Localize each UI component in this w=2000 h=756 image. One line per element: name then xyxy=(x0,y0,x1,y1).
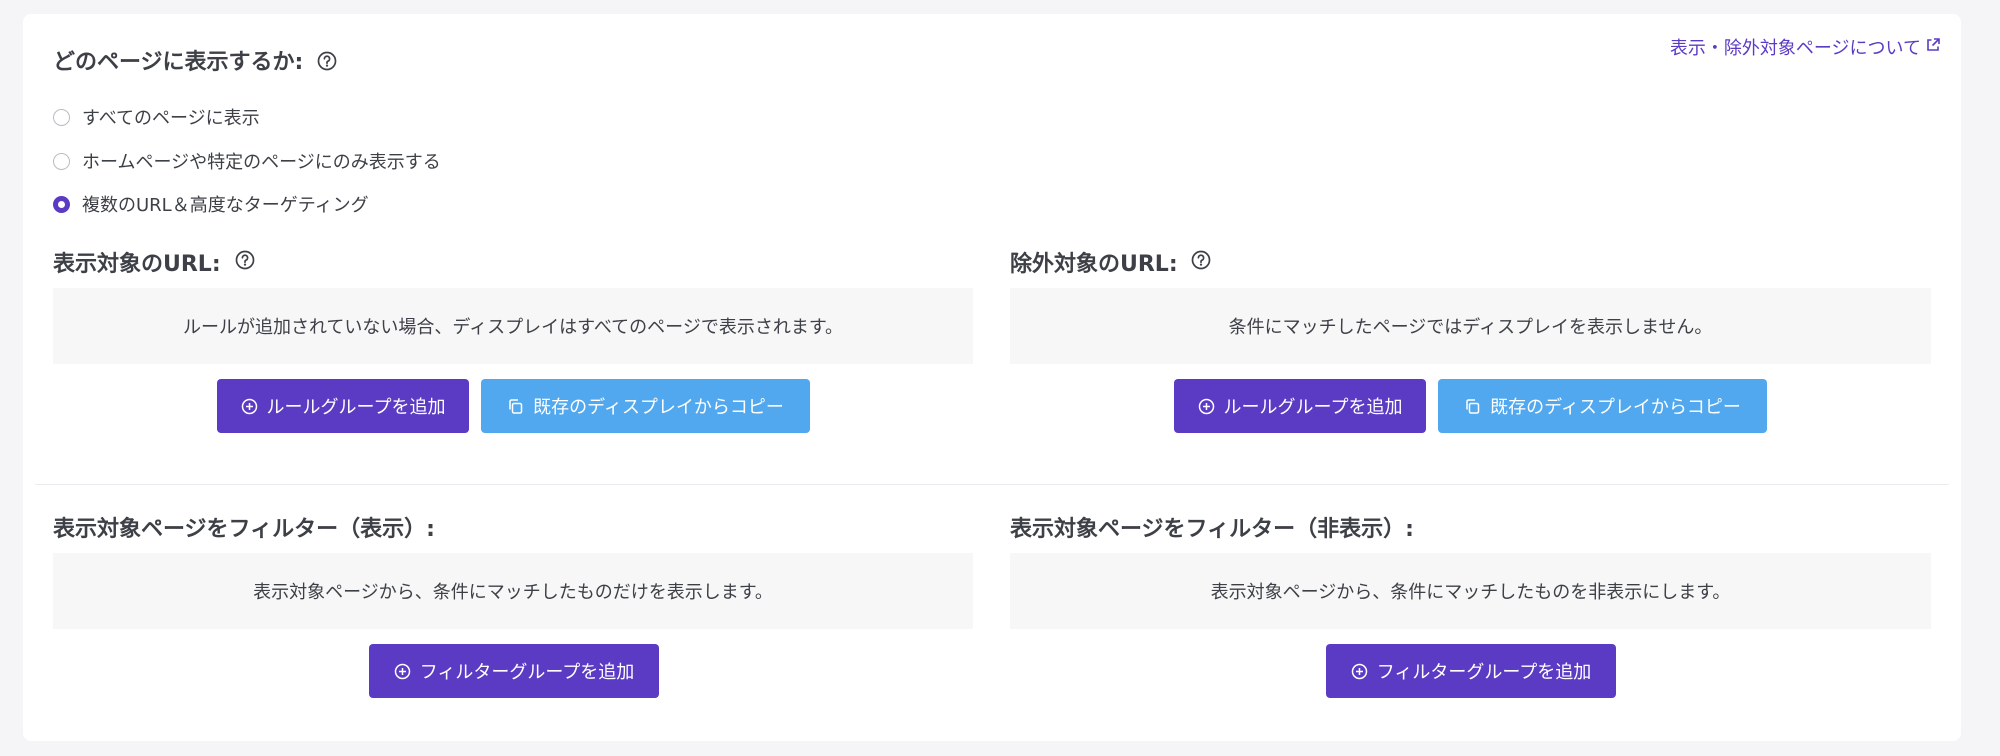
targeting-help-link[interactable]: 表示・除外対象ページについて xyxy=(1670,34,1941,60)
radio-button-selected[interactable] xyxy=(53,195,70,213)
plus-circle-icon xyxy=(241,398,258,415)
copy-include-from-display-button[interactable]: 既存のディスプレイからコピー xyxy=(481,379,810,433)
add-filter-hide-group-button[interactable]: フィルターグループを追加 xyxy=(1326,644,1616,698)
copy-icon xyxy=(1464,398,1481,415)
section-title: どのページに表示するか: xyxy=(53,50,304,75)
radio-option-advanced-targeting[interactable]: 複数のURL＆高度なターゲティング xyxy=(53,191,369,217)
add-exclude-rule-group-label: ルールグループを追加 xyxy=(1223,397,1403,418)
exclude-urls-title: 除外対象のURL: xyxy=(1010,252,1178,277)
display-targeting-panel: どのページに表示するか: 表示・除外対象ページについて すべてのページに表示 ホ… xyxy=(23,14,1961,741)
question-circle-icon[interactable] xyxy=(316,50,338,72)
radio-option-label: すべてのページに表示 xyxy=(82,108,260,129)
filter-hide-message: 表示対象ページから、条件にマッチしたものを非表示にします。 xyxy=(1010,553,1931,629)
radio-button[interactable] xyxy=(53,152,70,170)
add-include-rule-group-label: ルールグループを追加 xyxy=(266,397,446,418)
question-circle-icon[interactable] xyxy=(234,249,256,271)
add-filter-hide-group-label: フィルターグループを追加 xyxy=(1376,662,1592,683)
filter-hide-title: 表示対象ページをフィルター（非表示）: xyxy=(1010,517,1414,542)
copy-include-from-display-label: 既存のディスプレイからコピー xyxy=(533,397,784,418)
plus-circle-icon xyxy=(394,663,411,680)
external-link-icon xyxy=(1925,37,1941,58)
add-filter-show-group-label: フィルターグループを追加 xyxy=(419,662,635,683)
exclude-urls-message: 条件にマッチしたページではディスプレイを表示しません。 xyxy=(1010,288,1931,364)
add-exclude-rule-group-button[interactable]: ルールグループを追加 xyxy=(1174,379,1426,433)
include-urls-title: 表示対象のURL: xyxy=(53,252,221,277)
copy-exclude-from-display-label: 既存のディスプレイからコピー xyxy=(1490,397,1741,418)
question-circle-icon[interactable] xyxy=(1190,249,1212,271)
targeting-help-link-label: 表示・除外対象ページについて xyxy=(1669,38,1921,59)
copy-exclude-from-display-button[interactable]: 既存のディスプレイからコピー xyxy=(1438,379,1767,433)
filter-show-message: 表示対象ページから、条件にマッチしたものだけを表示します。 xyxy=(53,553,973,629)
plus-circle-icon xyxy=(1198,398,1215,415)
radio-option-all-pages[interactable]: すべてのページに表示 xyxy=(53,104,260,130)
add-include-rule-group-button[interactable]: ルールグループを追加 xyxy=(217,379,469,433)
plus-circle-icon xyxy=(1351,663,1368,680)
filter-show-title: 表示対象ページをフィルター（表示）: xyxy=(53,517,435,542)
radio-button[interactable] xyxy=(53,108,70,126)
add-filter-show-group-button[interactable]: フィルターグループを追加 xyxy=(369,644,659,698)
section-divider xyxy=(35,484,1949,485)
copy-icon xyxy=(507,398,524,415)
radio-option-label: 複数のURL＆高度なターゲティング xyxy=(82,195,369,216)
radio-option-specific-pages[interactable]: ホームページや特定のページにのみ表示する xyxy=(53,148,441,174)
radio-option-label: ホームページや特定のページにのみ表示する xyxy=(82,152,441,173)
include-urls-message: ルールが追加されていない場合、ディスプレイはすべてのページで表示されます。 xyxy=(53,288,973,364)
